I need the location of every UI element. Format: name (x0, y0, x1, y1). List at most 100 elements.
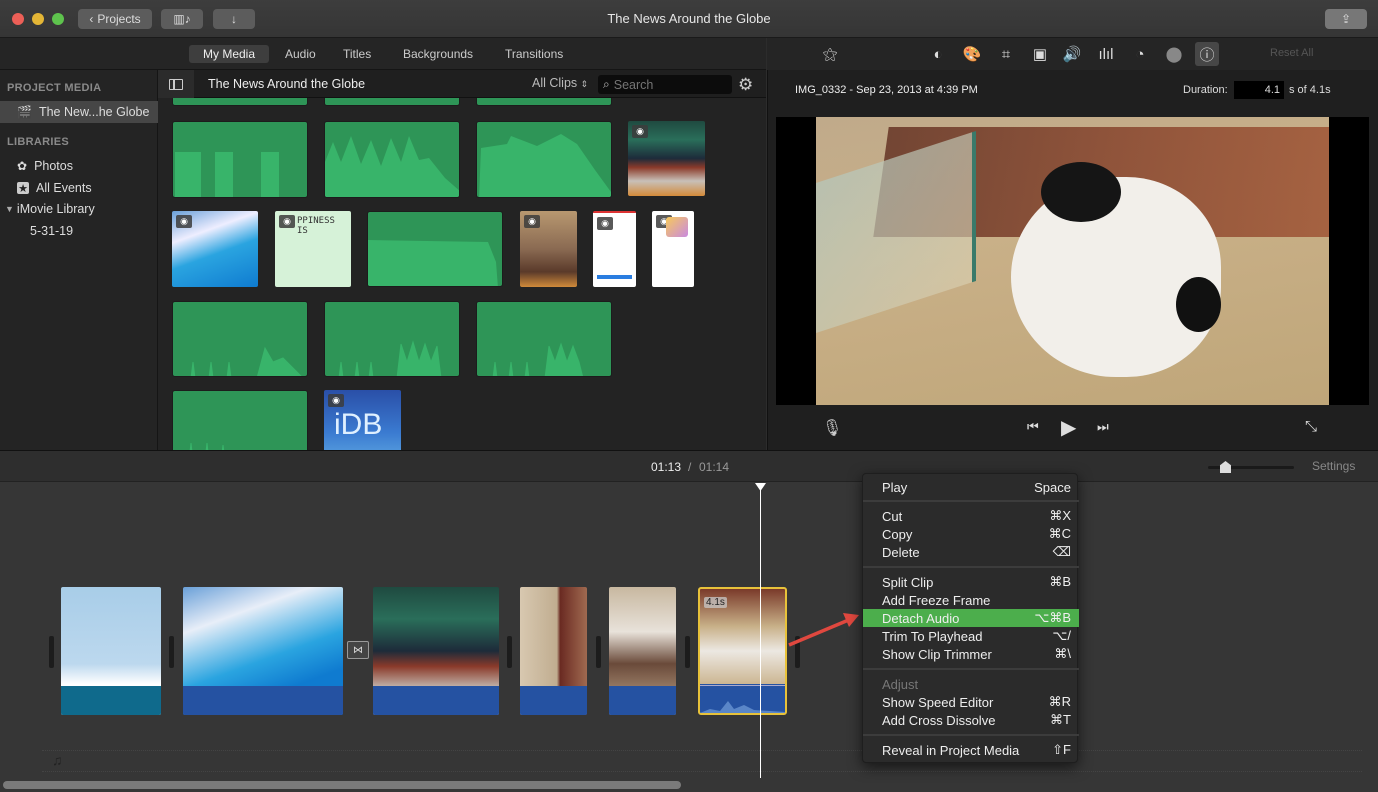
video-preview[interactable] (776, 117, 1369, 405)
menu-item-show-speed-editor[interactable]: Show Speed Editor ⌘R (863, 693, 1079, 711)
skip-forward-icon[interactable]: ⏭ (1097, 419, 1109, 435)
sidebar-item-photos[interactable]: ✿ Photos (17, 159, 73, 173)
tab-backgrounds[interactable]: Backgrounds (389, 45, 487, 63)
search-input[interactable] (613, 77, 719, 92)
tab-titles[interactable]: Titles (329, 45, 385, 63)
menu-item-cut[interactable]: Cut ⌘X (863, 507, 1079, 525)
stabilization-icon[interactable]: ▣ (1030, 44, 1050, 64)
screenshot-thumb[interactable]: ◉ (652, 211, 694, 287)
menu-item-reveal-in-project-media[interactable]: Reveal in Project Media ⇧F (863, 741, 1079, 759)
gear-icon[interactable]: ⚙ (738, 75, 753, 95)
happiness-photo-thumb[interactable]: ◉ PPINESS IS (275, 211, 351, 287)
camera-icon: ◉ (328, 394, 344, 407)
dog-photo-thumb[interactable]: ◉ (520, 211, 577, 287)
clip-gap-handle[interactable] (685, 636, 690, 668)
menu-item-delete[interactable]: Delete ⌫ (863, 543, 1079, 561)
clip-gap-handle[interactable] (49, 636, 54, 668)
fullscreen-icon[interactable]: ⤡ (1305, 418, 1317, 435)
menu-item-detach-audio[interactable]: Detach Audio ⌥⌘B (863, 609, 1079, 627)
search-field[interactable]: ⌕ (598, 75, 732, 94)
skip-back-icon[interactable]: ⏮ (1027, 419, 1039, 435)
clip-audio (700, 684, 785, 713)
project-media-heading: PROJECT MEDIA (7, 82, 102, 94)
timeline-clip-aurora[interactable] (373, 587, 499, 715)
menu-item-add-freeze-frame[interactable]: Add Freeze Frame (863, 591, 1079, 609)
audio-clip-thumb[interactable] (324, 301, 460, 377)
menu-item-add-cross-dissolve[interactable]: Add Cross Dissolve ⌘T (863, 711, 1079, 729)
audio-clip-thumb[interactable] (324, 98, 460, 106)
audio-clip-thumb[interactable] (476, 121, 612, 198)
timeline-clip-world-map[interactable] (61, 587, 161, 715)
clapperboard-icon: 🎬 (17, 105, 32, 119)
sidebar-item-all-events[interactable]: ★ All Events (17, 181, 92, 195)
sidebar-item-event[interactable]: 5-31-19 (30, 224, 73, 238)
sidebar-item-project-label[interactable]: 🎬 The New...he Globe (17, 105, 149, 119)
filter-icon[interactable]: ⬤ (1164, 44, 1184, 64)
menu-item-copy[interactable]: Copy ⌘C (863, 525, 1079, 543)
audio-clip-thumb[interactable] (367, 211, 503, 287)
clip-gap-handle[interactable] (169, 636, 174, 668)
menu-item-show-clip-trimmer[interactable]: Show Clip Trimmer ⌘\ (863, 645, 1079, 663)
microphone-icon[interactable]: 🎙 (822, 418, 842, 438)
sidebar-item-imovie-library[interactable]: ▼ iMovie Library (5, 202, 95, 216)
audio-clip-thumb[interactable] (476, 98, 612, 106)
audio-clip-thumb[interactable] (172, 121, 308, 198)
tab-transitions[interactable]: Transitions (491, 45, 577, 63)
waveform (368, 240, 498, 286)
clip-audio (520, 686, 587, 715)
clip-filter-select[interactable]: All Clips ⇕ (532, 76, 588, 90)
transition-icon[interactable]: ⋈ (347, 641, 369, 659)
timeline-clip-waterfall[interactable] (183, 587, 343, 715)
duration-label: Duration: (1183, 84, 1228, 96)
media-browser: ◉ ◉ ◉ PPINESS IS ◉ ◉ ◉ ◉ iDB (158, 98, 766, 450)
context-menu: Play Space Cut ⌘X Copy ⌘C Delete ⌫ Split Cli… (862, 473, 1079, 763)
play-icon[interactable]: ▶ (1061, 415, 1076, 440)
crop-icon[interactable]: ⌗ (996, 44, 1016, 64)
color-balance-icon[interactable]: ◐ (928, 44, 948, 64)
audio-clip-thumb[interactable] (172, 98, 308, 106)
menu-item-play[interactable]: Play Space (863, 478, 1079, 496)
share-button[interactable]: ⇪ (1325, 9, 1367, 29)
timeline-clip-dog-bed[interactable] (609, 587, 676, 715)
screenshot-thumb[interactable]: ◉ (593, 211, 636, 287)
waterfall-photo-thumb[interactable]: ◉ (172, 211, 258, 287)
aurora-photo-thumb[interactable]: ◉ (628, 121, 705, 196)
info-icon[interactable]: ⓘ (1195, 42, 1219, 66)
magic-wand-icon[interactable]: ⚝ (820, 44, 840, 64)
audio-clip-thumb[interactable] (172, 301, 308, 377)
volume-line[interactable] (700, 685, 785, 686)
timeline-clip-dog-stretch[interactable] (520, 587, 587, 715)
menu-separator (863, 668, 1079, 670)
speed-icon[interactable]: ◔ (1130, 44, 1150, 64)
volume-icon[interactable]: 🔊 (1062, 44, 1082, 64)
timeline-scrollbar[interactable] (3, 781, 681, 789)
sidebar-toggle-button[interactable] (158, 70, 194, 98)
tab-my-media[interactable]: My Media (189, 45, 270, 63)
annotation-arrow (788, 613, 859, 647)
menu-item-split-clip[interactable]: Split Clip ⌘B (863, 573, 1079, 591)
music-track[interactable] (42, 750, 1362, 772)
star-icon: ★ (17, 182, 29, 195)
reset-all-button[interactable]: Reset All (1270, 47, 1313, 59)
color-palette-icon[interactable]: 🎨 (962, 44, 982, 64)
audio-clip-thumb[interactable] (476, 301, 612, 377)
waveform (189, 442, 225, 450)
audio-clip-thumb[interactable] (324, 121, 460, 198)
libraries-heading: LIBRARIES (7, 136, 69, 148)
duration-input[interactable]: 4.1 (1234, 81, 1284, 99)
video-frame (816, 117, 1329, 405)
playhead[interactable] (760, 488, 761, 778)
clip-gap-handle[interactable] (596, 636, 601, 668)
timeline-clip-selected[interactable]: 4.1s (698, 587, 787, 715)
audio-clip-thumb[interactable] (172, 390, 308, 450)
tab-audio[interactable]: Audio (271, 45, 330, 63)
idb-photo-thumb[interactable]: ◉ iDB (324, 390, 401, 450)
disclosure-triangle-icon[interactable]: ▼ (5, 204, 14, 214)
equalizer-icon[interactable]: ılıl (1096, 44, 1116, 64)
settings-button[interactable]: Settings (1312, 459, 1355, 473)
menu-item-trim-to-playhead[interactable]: Trim To Playhead ⌥/ (863, 627, 1079, 645)
clip-audio (61, 686, 161, 715)
clip-gap-handle[interactable] (507, 636, 512, 668)
menu-separator (863, 500, 1079, 502)
waveform (338, 340, 442, 376)
